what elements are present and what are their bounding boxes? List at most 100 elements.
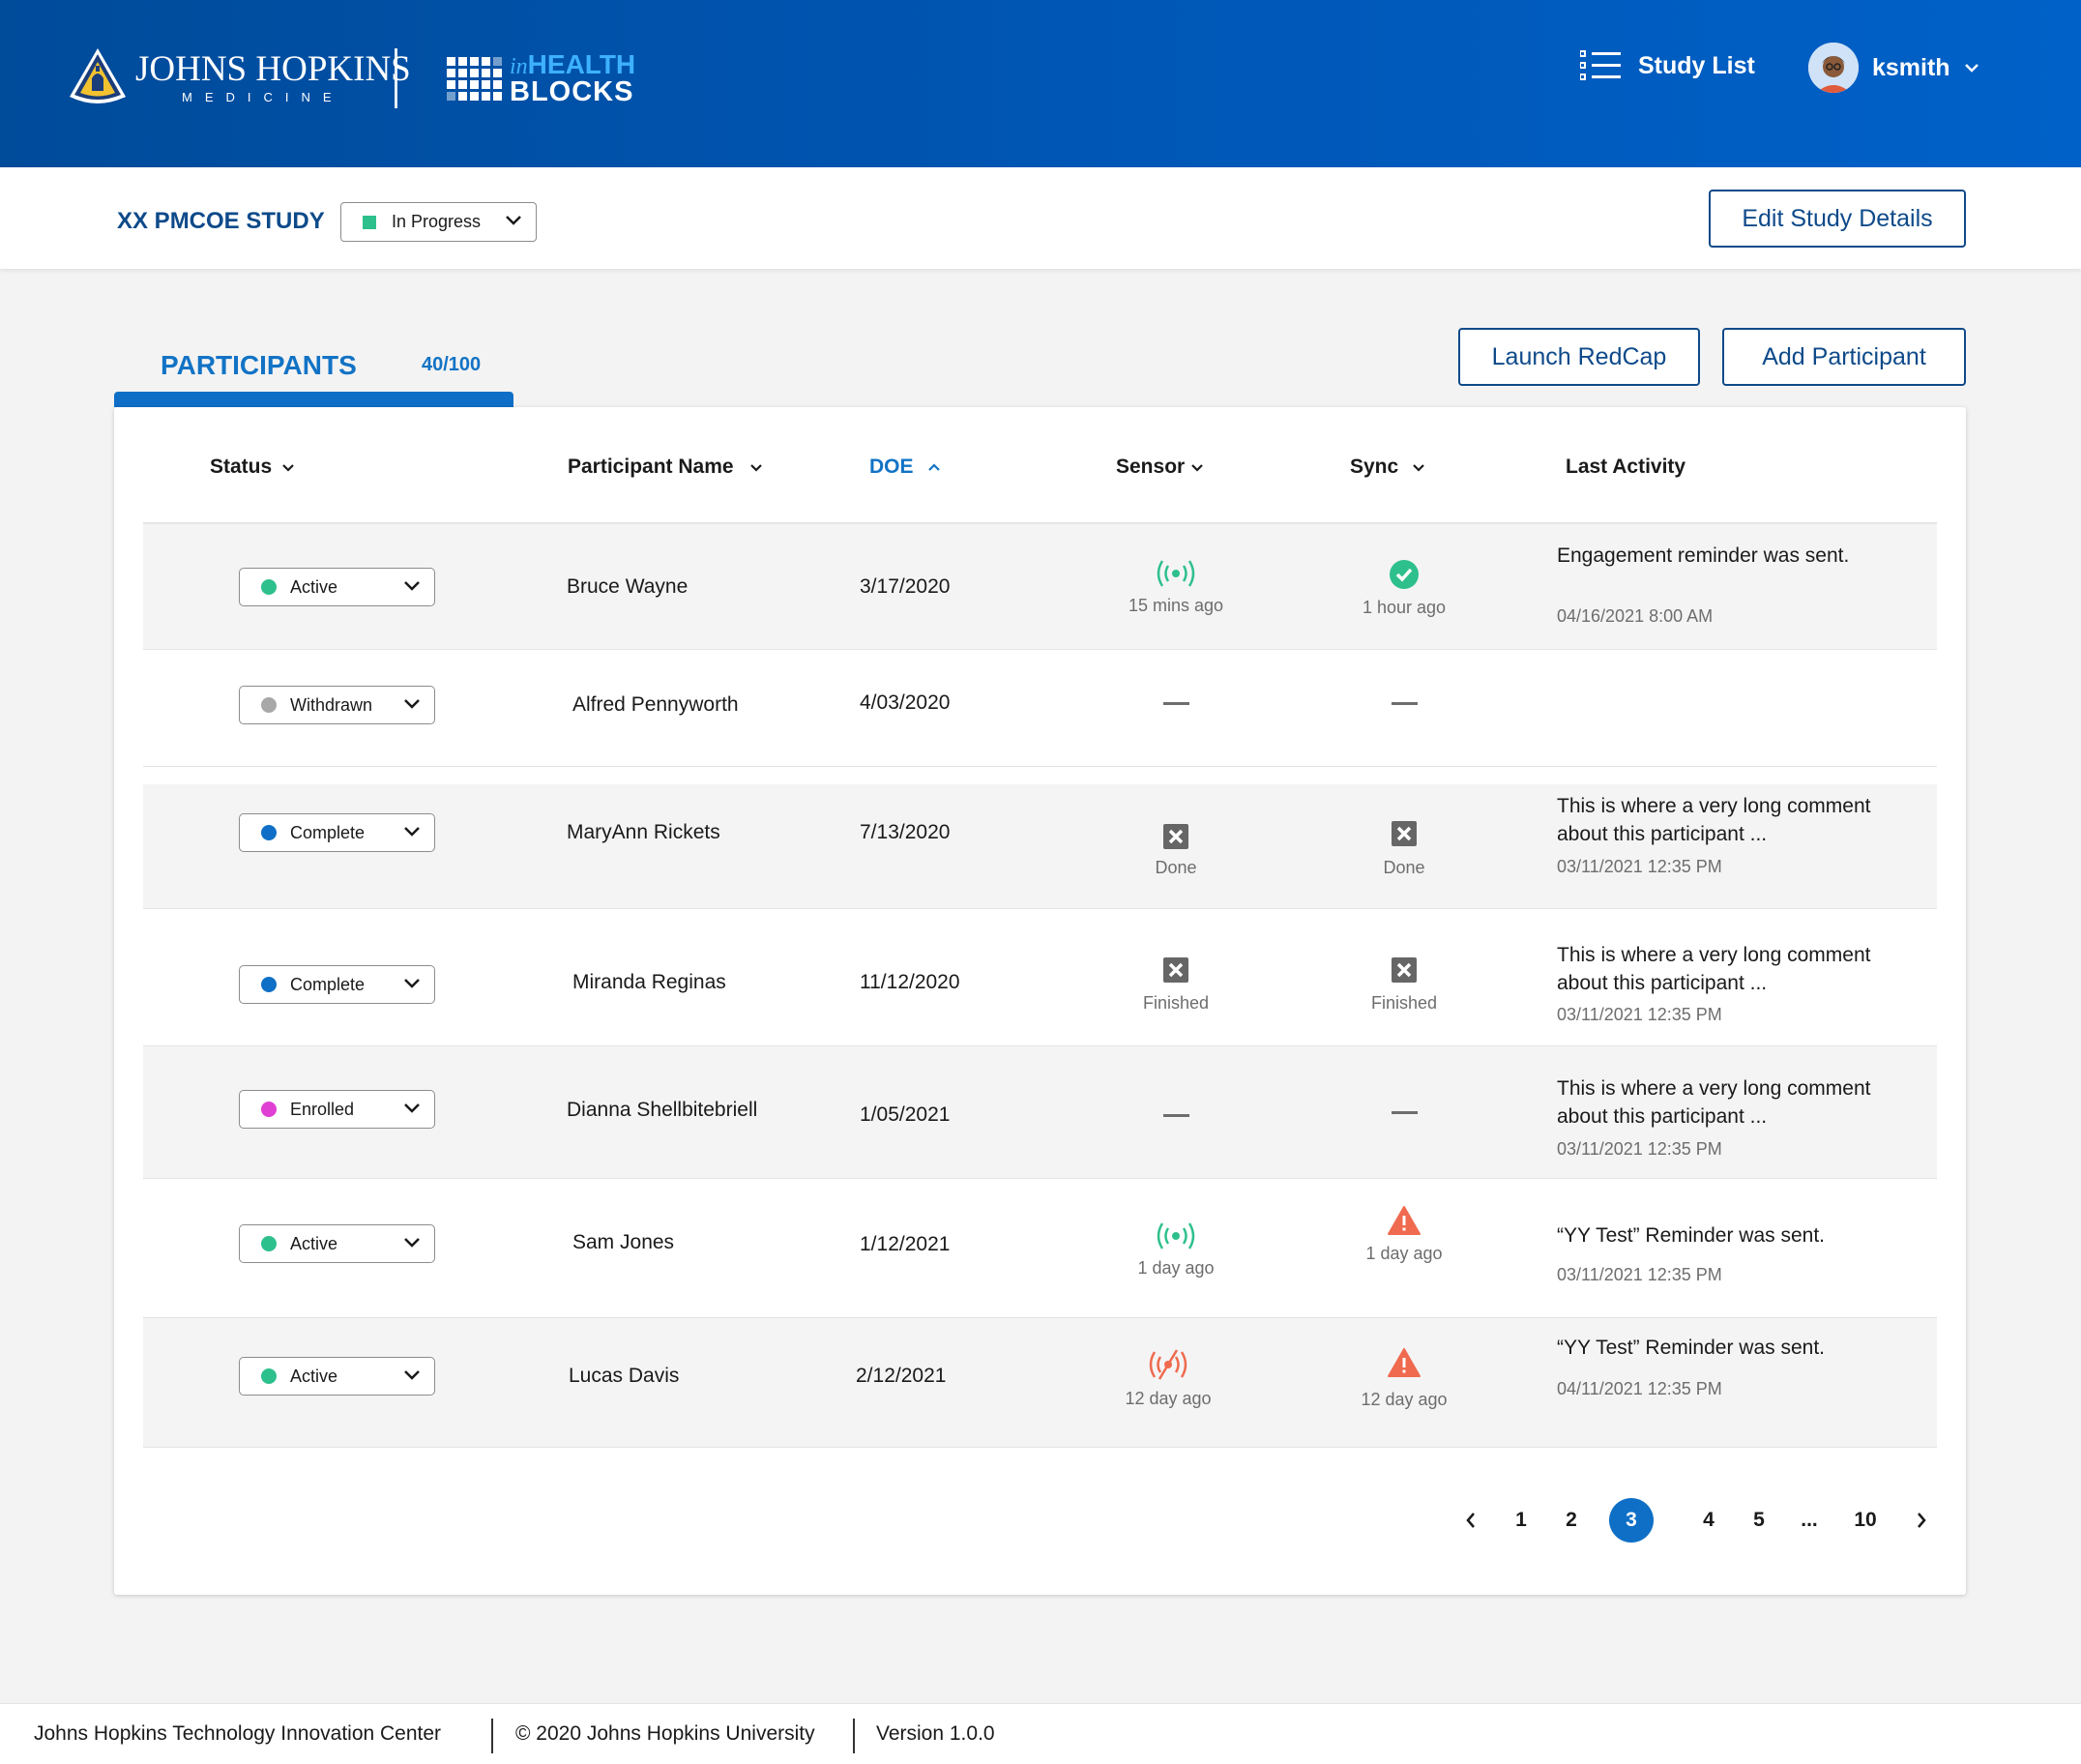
sensor-cell	[1108, 1114, 1244, 1117]
launch-redcap-button[interactable]: Launch RedCap	[1458, 328, 1700, 386]
signal-green-icon	[1157, 560, 1195, 587]
participant-doe: 7/13/2020	[860, 821, 951, 843]
user-menu[interactable]: ksmith	[1808, 43, 1979, 93]
last-activity-date: 04/16/2021 8:00 AM	[1557, 606, 1714, 626]
column-header-participant-name[interactable]: Participant Name	[568, 456, 763, 479]
participant-status-dropdown[interactable]: Complete	[239, 813, 435, 852]
participant-doe: 3/17/2020	[860, 575, 951, 598]
sensor-cell: 15 mins ago	[1108, 559, 1244, 616]
chevron-down-icon	[404, 581, 420, 591]
footer-version: Version 1.0.0	[876, 1722, 995, 1745]
page-button[interactable]: 1	[1499, 1498, 1543, 1543]
signal-green-icon	[1157, 1222, 1195, 1250]
page-button[interactable]: 4	[1686, 1498, 1731, 1543]
participant-name[interactable]: Lucas Davis	[569, 1365, 679, 1388]
chevron-down-icon	[404, 827, 420, 837]
participant-name[interactable]: MaryAnn Rickets	[567, 821, 720, 844]
table-row[interactable]: Active Bruce Wayne 3/17/2020 15 mins ago…	[143, 524, 1937, 650]
inhealth-blocks-logo[interactable]: inHEALTH BLOCKS	[447, 49, 636, 106]
column-header-status[interactable]: Status	[210, 456, 295, 479]
product-line-1: HEALTH	[527, 49, 636, 79]
study-status-dropdown[interactable]: In Progress	[340, 202, 537, 242]
chevron-down-icon	[506, 216, 521, 225]
sensor-caption: Finished	[1142, 993, 1210, 1013]
sync-caption: 1 hour ago	[1362, 598, 1447, 617]
next-page-button[interactable]	[1899, 1498, 1944, 1543]
study-list-link[interactable]: Study List	[1580, 50, 1755, 81]
table-row[interactable]: Active Lucas Davis 2/12/2021 12 day ago …	[143, 1318, 1937, 1448]
table-row[interactable]: Enrolled Dianna Shellbitebriell 1/05/202…	[143, 1046, 1937, 1179]
johns-hopkins-logo[interactable]: JOHNS HOPKINS MEDICINE	[66, 46, 411, 108]
participant-status-dropdown[interactable]: Active	[239, 568, 435, 606]
sync-cell: Finished	[1336, 956, 1472, 1014]
page-ellipsis: ...	[1801, 1509, 1818, 1531]
sensor-caption: 12 day ago	[1125, 1389, 1212, 1408]
last-activity-text: This is where a very long comment about …	[1557, 1077, 1871, 1128]
list-icon	[1580, 50, 1621, 80]
sensor-cell	[1108, 702, 1244, 705]
participant-status-value: Complete	[290, 822, 366, 842]
last-activity-date: 03/11/2021 12:35 PM	[1557, 857, 1722, 876]
status-dot-icon	[261, 1236, 277, 1251]
participant-name[interactable]: Bruce Wayne	[567, 575, 688, 599]
page-button[interactable]: 2	[1549, 1498, 1594, 1543]
last-activity-text: “YY Test” Reminder was sent.	[1557, 1337, 1825, 1359]
table-row[interactable]: Active Sam Jones 1/12/2021 1 day ago 1 d…	[143, 1179, 1937, 1318]
sensor-cell: Done	[1108, 823, 1244, 878]
status-dot-icon	[261, 697, 277, 713]
sync-cell: 12 day ago	[1336, 1347, 1472, 1410]
table-row[interactable]: Complete Miranda Reginas 11/12/2020 Fini…	[143, 909, 1937, 1046]
participant-doe: 2/12/2021	[856, 1365, 947, 1387]
x-box-icon	[1392, 957, 1417, 983]
dash-icon	[1162, 1114, 1189, 1117]
last-activity-date: 04/11/2021 12:35 PM	[1557, 1379, 1722, 1398]
table-row[interactable]: Withdrawn Alfred Pennyworth 4/03/2020	[143, 650, 1937, 767]
org-subtitle: MEDICINE	[182, 89, 344, 104]
footer-divider	[853, 1719, 855, 1753]
last-activity-text: “YY Test” Reminder was sent.	[1557, 1224, 1825, 1247]
top-navigation-bar: JOHNS HOPKINS MEDICINE inHEALTH BLOCKS S…	[0, 0, 2081, 167]
participant-doe: 1/05/2021	[860, 1103, 951, 1126]
org-name: JOHNS HOPKINS	[135, 48, 411, 89]
participant-status-dropdown[interactable]: Active	[239, 1357, 435, 1396]
column-header-sync[interactable]: Sync	[1350, 456, 1425, 479]
study-list-label: Study List	[1638, 51, 1755, 79]
sync-cell: 1 day ago	[1336, 1205, 1472, 1264]
column-header-last-activity: Last Activity	[1566, 456, 1685, 479]
column-header-sensor[interactable]: Sensor	[1116, 456, 1204, 479]
participant-name[interactable]: Miranda Reginas	[572, 971, 726, 994]
edit-study-details-button[interactable]: Edit Study Details	[1709, 190, 1966, 248]
page-button[interactable]: 10	[1843, 1498, 1888, 1543]
sensor-caption: 1 day ago	[1137, 1258, 1215, 1278]
study-status-value: In Progress	[392, 212, 482, 231]
participant-status-dropdown[interactable]: Complete	[239, 965, 435, 1004]
participant-status-dropdown[interactable]: Enrolled	[239, 1090, 435, 1129]
participant-status-value: Active	[290, 1233, 338, 1253]
participant-name[interactable]: Alfred Pennyworth	[572, 693, 739, 717]
sync-cell: Done	[1336, 820, 1472, 878]
add-participant-button[interactable]: Add Participant	[1722, 328, 1966, 386]
status-dot-icon	[261, 825, 277, 840]
logo-divider	[395, 48, 397, 108]
tab-participants[interactable]: PARTICIPANTS	[161, 350, 357, 381]
table-row[interactable]: Complete MaryAnn Rickets 7/13/2020 Done …	[143, 784, 1937, 909]
page-button-current[interactable]: 3	[1609, 1498, 1654, 1543]
column-header-label: Sync	[1350, 456, 1399, 478]
sync-caption: 1 day ago	[1365, 1244, 1443, 1263]
sync-cell	[1336, 702, 1472, 705]
participant-name[interactable]: Sam Jones	[572, 1231, 674, 1254]
participant-status-dropdown[interactable]: Active	[239, 1224, 435, 1263]
sync-cell	[1336, 1111, 1472, 1114]
status-dot-icon	[261, 977, 277, 992]
column-header-doe[interactable]: DOE	[869, 456, 941, 479]
participant-name[interactable]: Dianna Shellbitebriell	[567, 1099, 757, 1122]
participant-status-dropdown[interactable]: Withdrawn	[239, 686, 435, 724]
sync-caption: 12 day ago	[1361, 1390, 1448, 1409]
warning-icon	[1388, 1348, 1421, 1377]
chevron-down-icon	[749, 463, 762, 472]
page-button[interactable]: 5	[1737, 1498, 1781, 1543]
previous-page-button[interactable]	[1449, 1498, 1493, 1543]
participant-status-value: Active	[290, 1366, 338, 1386]
status-square-icon	[363, 215, 376, 229]
blocks-grid-icon	[447, 56, 502, 101]
